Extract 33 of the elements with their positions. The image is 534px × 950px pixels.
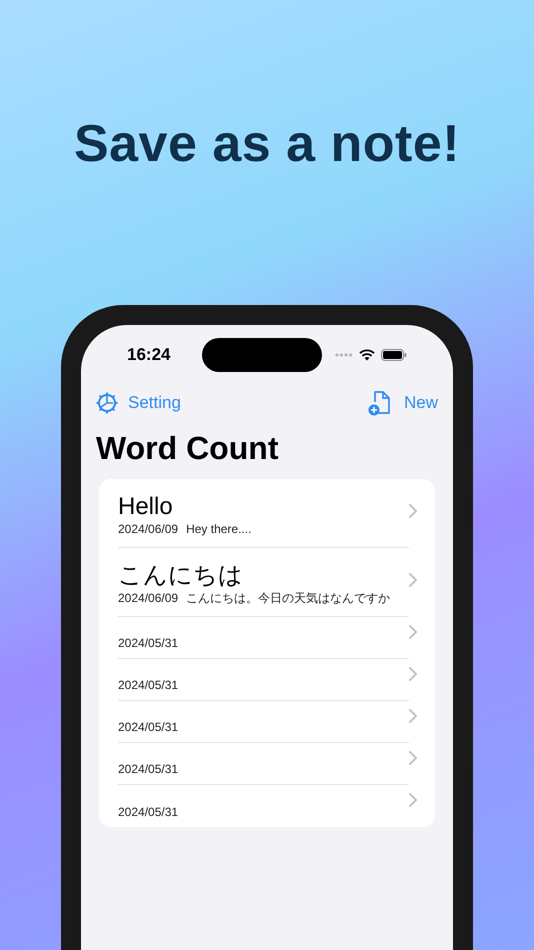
- chevron-icon: [409, 625, 417, 639]
- wifi-icon: [358, 349, 375, 361]
- note-preview: こんにちは。今日の天気はなんですか: [186, 591, 390, 606]
- headline: Save as a note!: [74, 114, 460, 175]
- note-row[interactable]: 2024/05/31: [99, 659, 435, 701]
- chevron-icon: [409, 793, 417, 807]
- note-row[interactable]: 2024/05/31: [99, 701, 435, 743]
- chevron-icon: [409, 572, 417, 586]
- note-date: 2024/05/31: [118, 636, 178, 651]
- note-date: 2024/06/09: [118, 591, 178, 606]
- chevron-icon: [409, 504, 417, 518]
- note-date: 2024/05/31: [118, 678, 178, 693]
- note-row[interactable]: こんにちは 2024/06/09 こんにちは。今日の天気はなんですか: [99, 548, 435, 617]
- note-title: Hello: [118, 492, 174, 522]
- chevron-icon: [409, 667, 417, 681]
- chevron-icon: [409, 751, 417, 765]
- note-preview: Hey there....: [186, 522, 252, 537]
- note-row[interactable]: Hello 2024/06/09 Hey there....: [99, 479, 435, 548]
- gear-icon: [96, 392, 118, 414]
- note-row[interactable]: 2024/05/31: [99, 743, 435, 785]
- note-row[interactable]: 2024/05/31: [99, 617, 435, 659]
- note-date: 2024/05/31: [118, 762, 178, 777]
- note-date: 2024/05/31: [118, 805, 178, 820]
- note-date: 2024/06/09: [118, 522, 178, 537]
- new-document-icon: [368, 390, 392, 416]
- signal-icon: [334, 353, 353, 357]
- note-row[interactable]: 2024/05/31: [99, 785, 435, 827]
- battery-icon: [380, 349, 407, 361]
- page-title: Word Count: [95, 429, 280, 467]
- note-date: 2024/05/31: [118, 720, 178, 735]
- status-time: 16:24: [127, 344, 170, 366]
- chevron-icon: [409, 709, 417, 723]
- note-title: こんにちは: [118, 561, 244, 591]
